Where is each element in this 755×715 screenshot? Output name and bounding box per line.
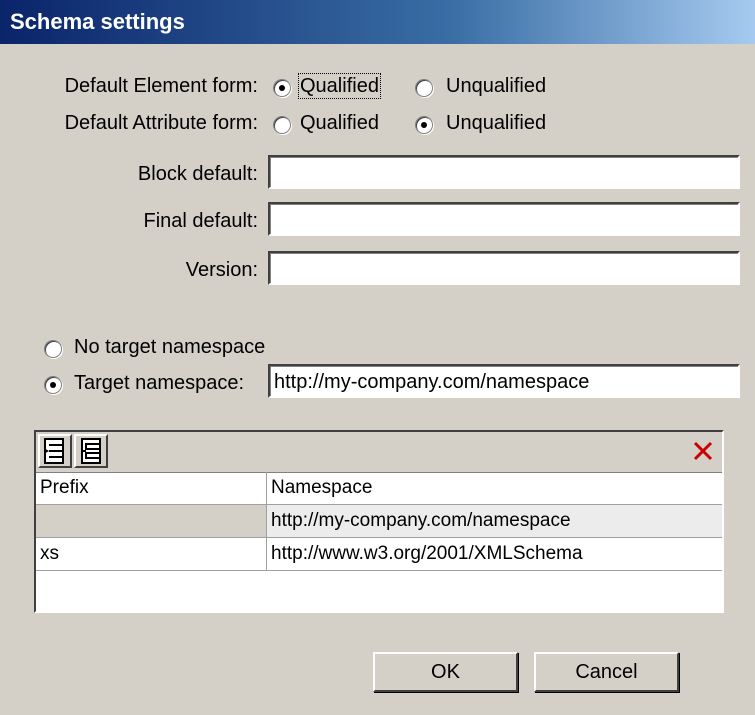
attribute-form-qualified-radio[interactable] xyxy=(273,116,291,134)
final-default-field[interactable] xyxy=(268,202,740,236)
grid-toolbar xyxy=(36,432,722,473)
namespace-grid: Prefix Namespace http://my-company.com/n… xyxy=(34,430,724,613)
element-form-unqualified-label[interactable]: Unqualified xyxy=(446,75,546,98)
delete-row-icon xyxy=(693,441,713,461)
no-target-namespace-label[interactable]: No target namespace xyxy=(74,336,265,359)
cancel-button[interactable]: Cancel xyxy=(534,652,679,692)
grid-header-row: Prefix Namespace xyxy=(36,472,722,505)
attribute-form-unqualified-radio[interactable] xyxy=(415,116,433,134)
version-field[interactable] xyxy=(268,251,740,285)
attribute-form-label: Default Attribute form: xyxy=(64,112,258,134)
insert-row-button[interactable] xyxy=(38,434,72,468)
insert-row-icon xyxy=(44,438,64,464)
column-header-namespace[interactable]: Namespace xyxy=(267,472,722,504)
window-title: Schema settings xyxy=(10,9,185,34)
namespace-cell[interactable]: http://www.w3.org/2001/XMLSchema xyxy=(267,538,722,570)
element-form-qualified-label[interactable]: Qualified xyxy=(298,73,381,99)
delete-row-button[interactable] xyxy=(688,436,718,466)
attribute-form-qualified-label[interactable]: Qualified xyxy=(300,112,379,135)
append-row-icon xyxy=(81,438,101,464)
element-form-qualified-radio[interactable] xyxy=(273,79,291,97)
column-header-prefix[interactable]: Prefix xyxy=(36,472,267,504)
append-row-button[interactable] xyxy=(74,434,108,468)
block-default-label: Block default: xyxy=(137,163,258,185)
element-form-label: Default Element form: xyxy=(64,75,258,97)
element-form-unqualified-radio[interactable] xyxy=(415,79,433,97)
namespace-cell[interactable]: http://my-company.com/namespace xyxy=(267,505,722,537)
table-row[interactable]: xs http://www.w3.org/2001/XMLSchema xyxy=(36,538,722,571)
table-row[interactable]: http://my-company.com/namespace xyxy=(36,505,722,538)
version-label: Version: xyxy=(185,259,258,281)
target-namespace-label[interactable]: Target namespace: xyxy=(74,372,244,395)
target-namespace-radio[interactable] xyxy=(44,376,62,394)
prefix-cell[interactable]: xs xyxy=(36,538,267,570)
ok-button[interactable]: OK xyxy=(373,652,518,692)
schema-settings-dialog: Schema settings Default Element form: Qu… xyxy=(0,0,755,715)
no-target-namespace-radio[interactable] xyxy=(44,340,62,358)
attribute-form-unqualified-label[interactable]: Unqualified xyxy=(446,112,546,135)
target-namespace-field[interactable]: http://my-company.com/namespace xyxy=(268,364,740,398)
final-default-label: Final default: xyxy=(143,210,258,232)
title-bar[interactable]: Schema settings xyxy=(0,0,755,44)
prefix-cell[interactable] xyxy=(36,505,267,537)
block-default-field[interactable] xyxy=(268,155,740,189)
